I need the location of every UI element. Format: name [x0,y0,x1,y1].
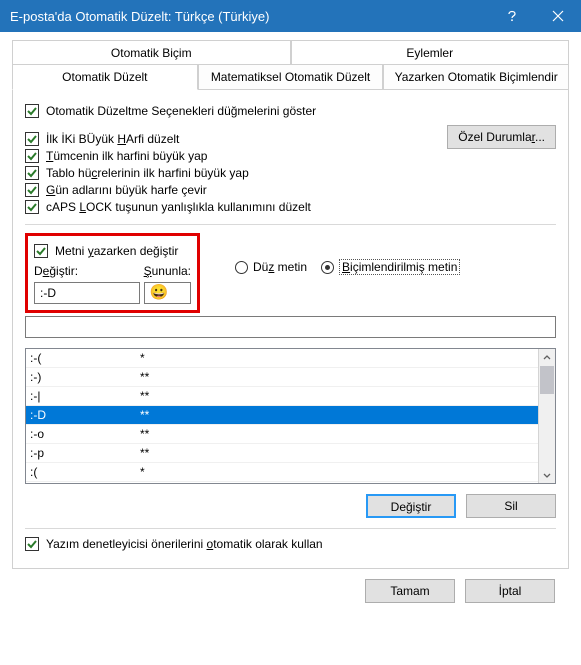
chevron-down-icon [543,471,551,479]
table-row[interactable]: :-)** [26,368,538,387]
separator-2 [25,528,556,529]
checkbox-sentence[interactable] [25,149,39,163]
checkbox-sentence-row: Tümcenin ilk harfini büyük yap [25,149,556,163]
with-input-full[interactable] [25,316,556,338]
cell-with: * [140,351,538,365]
table-row[interactable]: :-|** [26,387,538,406]
tab-eylemler[interactable]: Eylemler [291,40,570,65]
tab-row-bottom: Otomatik Düzelt Matematiksel Otomatik Dü… [12,64,569,90]
list-action-row: Değiştir Sil [25,494,556,518]
label-with: Şununla: [144,264,191,278]
checkbox-days-row: Gün adlarını büyük harfe çevir [25,183,556,197]
checkbox-spellcheck-row: Yazım denetleyicisi önerilerini otomatik… [25,537,556,551]
replace-section: Düz metin Biçimlendirilmiş metin Metni y… [25,233,556,518]
checkbox-spellcheck[interactable] [25,537,39,551]
scroll-down-button[interactable] [539,466,555,483]
checkbox-days[interactable] [25,183,39,197]
separator [25,224,556,225]
tab-panel: Otomatik Düzeltme Seçenekleri düğmelerin… [12,89,569,569]
cell-with: ** [140,408,538,422]
scrollbar[interactable] [538,349,555,483]
checkbox-tablecells-row: Tablo hücrelerinin ilk harfini büyük yap [25,166,556,180]
close-icon [552,10,564,22]
table-row[interactable]: :-(* [26,349,538,368]
with-input-preview[interactable]: 😀 [144,282,191,304]
checkbox-replace-row: Metni yazarken değiştir [34,244,191,258]
radio-formatted[interactable]: Biçimlendirilmiş metin [321,259,460,275]
checkbox-tablecells-label: Tablo hücrelerinin ilk harfini büyük yap [46,166,249,180]
cell-replace: :-p [30,446,140,460]
checkbox-two-caps[interactable] [25,132,39,146]
cell-replace: :( [30,465,140,479]
checkbox-days-label: Gün adlarını büyük harfe çevir [46,183,207,197]
tab-matematiksel[interactable]: Matematiksel Otomatik Düzelt [198,64,384,90]
cell-replace: :-o [30,427,140,441]
with-input-full-row [25,316,556,338]
table-row[interactable]: :-D** [26,406,538,425]
checkbox-replace[interactable] [34,244,48,258]
checkbox-spellcheck-label: Yazım denetleyicisi önerilerini otomatik… [46,537,323,551]
help-button[interactable] [489,0,535,32]
cell-replace: :-D [30,408,140,422]
cell-replace: :-) [30,370,140,384]
cell-with: ** [140,427,538,441]
tab-otomatik-bicim[interactable]: Otomatik Biçim [12,40,291,65]
checkbox-show-buttons-row: Otomatik Düzeltme Seçenekleri düğmelerin… [25,104,556,118]
cell-with: * [140,465,538,479]
checkbox-replace-label: Metni yazarken değiştir [55,244,178,258]
list-rows: :-(*:-)**:-|**:-D**:-o**:-p**:(* [26,349,538,483]
tab-yazarken-bicimlendir[interactable]: Yazarken Otomatik Biçimlendir [383,64,569,90]
window-title: E-posta'da Otomatik Düzelt: Türkçe (Türk… [10,9,489,24]
checkbox-show-buttons-label: Otomatik Düzeltme Seçenekleri düğmelerin… [46,104,316,118]
checkbox-show-buttons[interactable] [25,104,39,118]
radio-plain-circle [235,261,248,274]
radio-plain-label: Düz metin [253,260,307,274]
replacements-list[interactable]: :-(*:-)**:-|**:-D**:-o**:-p**:(* [25,348,556,484]
scroll-thumb[interactable] [540,366,554,394]
column-labels: Değiştir: Şununla: [34,264,191,278]
tab-row-top: Otomatik Biçim Eylemler [12,40,569,65]
delete-button[interactable]: Sil [466,494,556,518]
cell-with: ** [140,389,538,403]
checkbox-tablecells[interactable] [25,166,39,180]
title-bar: E-posta'da Otomatik Düzelt: Türkçe (Türk… [0,0,581,32]
table-row[interactable]: :-p** [26,444,538,463]
checkbox-sentence-label: Tümcenin ilk harfini büyük yap [46,149,207,163]
radio-formatted-label: Biçimlendirilmiş metin [339,259,460,275]
help-icon [505,9,519,23]
replace-input[interactable]: :-D [34,282,140,304]
label-replace: Değiştir: [34,264,144,278]
chevron-up-icon [543,354,551,362]
format-radios: Düz metin Biçimlendirilmiş metin [235,259,460,275]
inputs-row: :-D 😀 [34,282,191,304]
radio-plain[interactable]: Düz metin [235,260,307,274]
scroll-up-button[interactable] [539,349,555,366]
dialog-content: Otomatik Biçim Eylemler Otomatik Düzelt … [0,32,581,625]
checkbox-capslock[interactable] [25,200,39,214]
checkbox-two-caps-label: İlk İKi BÜyük HArfi düzelt [46,132,179,146]
checkbox-capslock-row: cAPS LOCK tuşunun yanlışlıkla kullanımın… [25,200,556,214]
cell-replace: :-( [30,351,140,365]
cell-with: ** [140,446,538,460]
cell-with: ** [140,370,538,384]
tab-otomatik-duzelt[interactable]: Otomatik Düzelt [12,64,198,90]
cancel-button[interactable]: İptal [465,579,555,603]
radio-formatted-circle [321,261,334,274]
close-button[interactable] [535,0,581,32]
cell-replace: :-| [30,389,140,403]
replace-button[interactable]: Değiştir [366,494,456,518]
exceptions-button[interactable]: Özel Durumlar... [447,125,556,149]
dialog-footer: Tamam İptal [12,569,569,613]
highlight-box: Metni yazarken değiştir Değiştir: Şununl… [25,233,200,313]
checkbox-capslock-label: cAPS LOCK tuşunun yanlışlıkla kullanımın… [46,200,311,214]
table-row[interactable]: :(* [26,463,538,482]
table-row[interactable]: :-o** [26,425,538,444]
ok-button[interactable]: Tamam [365,579,455,603]
